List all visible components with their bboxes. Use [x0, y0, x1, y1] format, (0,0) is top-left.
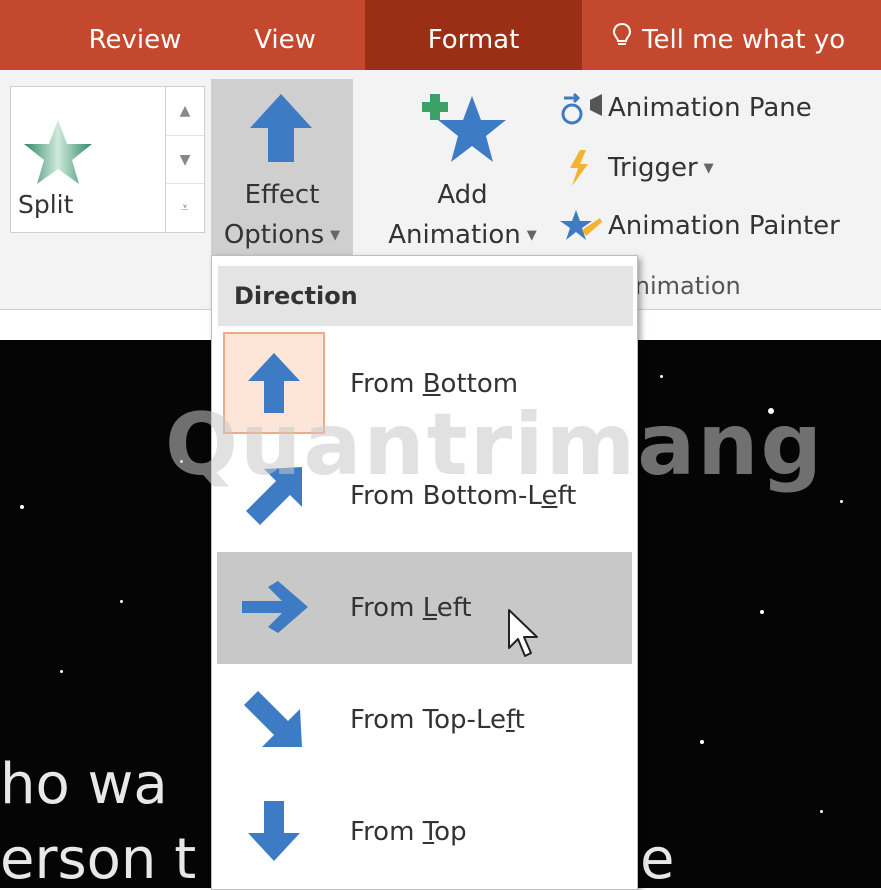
add-animation-button[interactable]: Animation ▼	[380, 220, 545, 250]
effect-options-caret-icon: ▼	[330, 228, 341, 243]
slide-text-trailing: e	[640, 827, 675, 888]
split-effect-label: Split	[18, 190, 74, 219]
tab-format-label: Format	[427, 25, 520, 55]
tab-review[interactable]: Review	[60, 0, 210, 70]
animation-painter-button[interactable]: Animation Painter	[560, 206, 840, 246]
slide-text-line1: ho wa	[0, 752, 168, 817]
gallery-scroll-down-button[interactable]: ▼	[166, 135, 204, 184]
mouse-cursor-icon	[507, 608, 541, 664]
effect-options-arrow-icon	[246, 92, 316, 168]
lightbulb-icon	[612, 0, 632, 80]
animation-painter-icon	[560, 208, 604, 244]
animation-pane-icon	[560, 90, 604, 126]
add-animation-caret-icon: ▼	[526, 228, 537, 243]
arrow-down-right-icon	[223, 668, 325, 770]
gallery-scroll-up-button[interactable]: ▲	[166, 87, 204, 135]
tab-view[interactable]: View	[225, 0, 345, 70]
star-dot	[120, 600, 123, 603]
star-dot	[60, 670, 63, 673]
lightning-icon	[560, 150, 604, 186]
arrow-right-icon	[223, 556, 325, 658]
direction-from-top-left[interactable]: From Top-Left	[217, 664, 632, 776]
direction-label: From Left	[350, 593, 472, 623]
star-dot	[660, 375, 663, 378]
star-dot	[760, 610, 764, 614]
effect-options-dropdown: Direction From Bottom From Bottom-Left F…	[211, 255, 638, 890]
add-animation-label-line1: Add	[437, 180, 488, 210]
direction-label: From Top	[350, 817, 467, 847]
direction-header: Direction	[218, 266, 633, 326]
trigger-caret-icon: ▼	[703, 160, 714, 176]
star-dot	[820, 810, 823, 813]
ribbon-tab-bar: Review View Format Tell me what yo	[0, 0, 881, 70]
star-dot	[840, 500, 843, 503]
tab-format[interactable]: Format	[365, 0, 582, 70]
effect-options-label-line1: Effect	[244, 180, 320, 210]
gallery-scrollbar[interactable]: ▲ ▼ ⩡	[165, 86, 205, 233]
effect-options-label-line2: Options ▼	[223, 220, 341, 250]
split-effect-icon[interactable]	[22, 118, 94, 190]
direction-from-top[interactable]: From Top	[217, 776, 632, 888]
animation-pane-button[interactable]: Animation Pane	[560, 88, 812, 128]
star-dot	[20, 505, 24, 509]
arrow-down-icon	[223, 780, 325, 882]
trigger-button[interactable]: Trigger ▼	[560, 148, 714, 188]
tell-me-label: Tell me what yo	[642, 25, 846, 55]
tab-view-label: View	[254, 25, 316, 55]
star-dot	[700, 740, 704, 744]
add-animation-icon	[420, 88, 508, 172]
gallery-more-button[interactable]: ⩡	[166, 183, 204, 232]
tab-review-label: Review	[88, 25, 182, 55]
animation-painter-label: Animation Painter	[608, 211, 840, 241]
trigger-label: Trigger	[608, 153, 698, 183]
watermark: Quantrimang	[165, 395, 825, 495]
animation-group-label: nimation	[630, 272, 741, 300]
direction-from-left[interactable]: From Left	[217, 552, 632, 664]
direction-label: From Top-Left	[350, 705, 525, 735]
slide-text-line2: erson t	[0, 827, 197, 888]
animation-pane-label: Animation Pane	[608, 93, 812, 123]
tell-me-search[interactable]: Tell me what yo	[612, 0, 881, 70]
